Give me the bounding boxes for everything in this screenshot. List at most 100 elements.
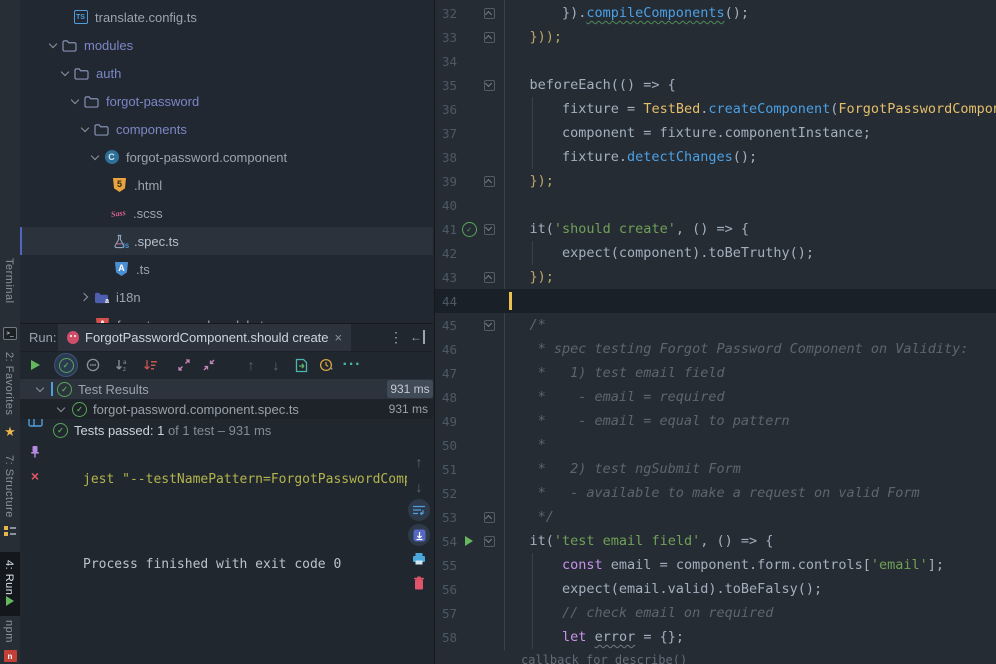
folder-icon <box>93 121 110 137</box>
tool-window-button-structure[interactable]: 7: Structure <box>3 455 15 518</box>
more-options-icon[interactable]: ··· <box>341 354 363 376</box>
expand-all-icon[interactable] <box>173 354 195 376</box>
scroll-to-end-icon[interactable] <box>408 524 430 546</box>
code-line-48[interactable]: 48 * - email = required <box>435 385 996 409</box>
soft-wrap-icon[interactable] <box>408 499 430 521</box>
npm-icon[interactable]: n <box>3 649 17 663</box>
clear-console-icon[interactable] <box>408 572 430 594</box>
run-tab[interactable]: ForgotPasswordComponent.should create × <box>58 324 352 351</box>
run-console[interactable]: jest "--testNamePattern=ForgotPasswordCo… <box>83 440 407 605</box>
line-number: 36 <box>441 101 457 117</box>
structure-icon[interactable] <box>3 524 17 538</box>
code-line-56[interactable]: 56 expect(email.valid).toBeFalsy(); <box>435 577 996 601</box>
project-tree-panel[interactable]: TS translate.config.ts modules auth forgot-p… <box>20 0 433 324</box>
line-number: 46 <box>441 341 457 357</box>
run-icon[interactable] <box>3 594 17 608</box>
test-passed-gutter-icon[interactable]: ✓ <box>461 221 477 237</box>
fold-marker-icon[interactable] <box>483 175 495 187</box>
code-editor[interactable]: 32 }). compileComponents (); 33 })); 34 35 be… <box>434 0 996 664</box>
show-passed-toggle[interactable]: ✓ <box>55 354 77 376</box>
tool-window-button-favorites[interactable]: 2: Favorites <box>3 352 15 415</box>
project-tree-item--scss[interactable]: Sass .scss <box>20 199 433 227</box>
tool-window-button-npm[interactable]: npm <box>3 620 15 643</box>
favorites-icon[interactable]: ★ <box>3 424 17 438</box>
project-tree-item-translate-config-ts[interactable]: TS translate.config.ts <box>20 3 433 31</box>
sort-by-duration-icon[interactable] <box>139 354 161 376</box>
project-tree-item-forgot-password[interactable]: forgot-password <box>20 87 433 115</box>
code-line-58[interactable]: 58 let error = {}; <box>435 625 996 649</box>
show-ignored-toggle[interactable] <box>82 354 104 376</box>
chevron-right-icon[interactable] <box>80 292 90 302</box>
fold-marker-icon[interactable] <box>483 79 495 91</box>
code-line-54[interactable]: 54 it('test email field', () => { <box>435 529 996 553</box>
collapse-all-icon[interactable] <box>198 354 220 376</box>
project-tree-item-components[interactable]: components <box>20 115 433 143</box>
code-line-33[interactable]: 33 })); <box>435 25 996 49</box>
project-tree-item--spec-ts[interactable]: TS .spec.ts <box>20 227 433 255</box>
run-test-gutter-icon[interactable] <box>465 536 473 546</box>
chevron-down-icon[interactable] <box>48 40 58 50</box>
project-tree-item-modules[interactable]: modules <box>20 31 433 59</box>
down-stacktrace-icon[interactable]: ↓ <box>408 476 430 498</box>
tool-window-button-run[interactable]: 4: Run <box>3 560 15 595</box>
code-line-42[interactable]: 42 expect(component).toBeTruthy(); <box>435 241 996 265</box>
up-stacktrace-icon[interactable]: ↑ <box>408 451 430 473</box>
code-line-41[interactable]: 41 ✓ it('should create', () => { <box>435 217 996 241</box>
run-tab-close-icon[interactable]: × <box>335 330 343 345</box>
tool-window-button-terminal[interactable]: Terminal <box>3 258 15 304</box>
hide-panel-icon[interactable]: ← <box>410 330 425 344</box>
chevron-down-icon[interactable] <box>70 96 80 106</box>
code-line-36[interactable]: 36 fixture = TestBed. createComponent(For… <box>435 97 996 121</box>
code-line-51[interactable]: 51 * 2) test ngSubmit Form <box>435 457 996 481</box>
pin-tab-icon[interactable] <box>24 440 46 462</box>
terminal-icon[interactable]: >_ <box>3 326 17 340</box>
fold-marker-icon[interactable] <box>483 319 495 331</box>
test-history-icon[interactable] <box>316 354 338 376</box>
code-line-35[interactable]: 35 beforeEach(() => { <box>435 73 996 97</box>
code-line-32[interactable]: 32 }). compileComponents (); <box>435 1 996 25</box>
chevron-down-icon[interactable] <box>60 68 70 78</box>
fold-marker-icon[interactable] <box>483 223 495 235</box>
project-tree-item-forgot-password-module-ts[interactable]: Aforgot-password.module.ts <box>20 311 433 323</box>
code-line-53[interactable]: 53 */ <box>435 505 996 529</box>
project-tree-item-i18n[interactable]: a i18n <box>20 283 433 311</box>
chevron-down-icon[interactable] <box>90 152 100 162</box>
chevron-down-icon[interactable] <box>56 404 66 414</box>
fold-marker-icon[interactable] <box>483 31 495 43</box>
project-tree-item-forgot-password-component[interactable]: Cforgot-password.component <box>20 143 433 171</box>
fold-marker-icon[interactable] <box>483 511 495 523</box>
fold-marker-icon[interactable] <box>483 271 495 283</box>
chevron-down-icon[interactable] <box>35 384 45 394</box>
code-line-40[interactable]: 40 <box>435 193 996 217</box>
fold-marker-icon[interactable] <box>483 7 495 19</box>
code-line-37[interactable]: 37 component = fixture.componentInstance… <box>435 121 996 145</box>
project-tree-item--html[interactable]: 5 .html <box>20 171 433 199</box>
code-line-34[interactable]: 34 <box>435 49 996 73</box>
test-spec-row[interactable]: ✓ forgot-password.component.spec.ts 931 … <box>20 399 433 419</box>
test-results-root-row[interactable]: ✓ Test Results 931 ms <box>20 379 433 399</box>
code-line-49[interactable]: 49 * - email = equal to pattern <box>435 409 996 433</box>
code-line-39[interactable]: 39 }); <box>435 169 996 193</box>
import-test-results-icon[interactable] <box>290 354 312 376</box>
close-panel-icon[interactable]: × <box>24 465 46 487</box>
chevron-down-icon[interactable] <box>80 124 90 134</box>
next-failed-test-icon[interactable]: ↓ <box>265 354 287 376</box>
sort-alphabetically-icon[interactable]: az <box>111 354 133 376</box>
print-icon[interactable] <box>408 547 430 569</box>
code-line-55[interactable]: 55 const email = component.form.controls… <box>435 553 996 577</box>
code-line-44[interactable]: 44 <box>435 289 996 313</box>
code-line-52[interactable]: 52 * - available to make a request on va… <box>435 481 996 505</box>
code-line-38[interactable]: 38 fixture. detectChanges (); <box>435 145 996 169</box>
rerun-button[interactable] <box>24 354 46 376</box>
kebab-menu-icon[interactable]: ⋮ <box>389 329 403 345</box>
code-line-47[interactable]: 47 * 1) test email field <box>435 361 996 385</box>
code-line-45[interactable]: 45 /* <box>435 313 996 337</box>
code-line-46[interactable]: 46 * spec testing Forgot Password Compon… <box>435 337 996 361</box>
project-tree-item--ts[interactable]: A .ts <box>20 255 433 283</box>
code-line-50[interactable]: 50 * <box>435 433 996 457</box>
code-line-43[interactable]: 43 }); <box>435 265 996 289</box>
project-tree-item-auth[interactable]: auth <box>20 59 433 87</box>
code-line-57[interactable]: 57 // check email on required <box>435 601 996 625</box>
previous-failed-test-icon[interactable]: ↑ <box>240 354 262 376</box>
fold-marker-icon[interactable] <box>483 535 495 547</box>
